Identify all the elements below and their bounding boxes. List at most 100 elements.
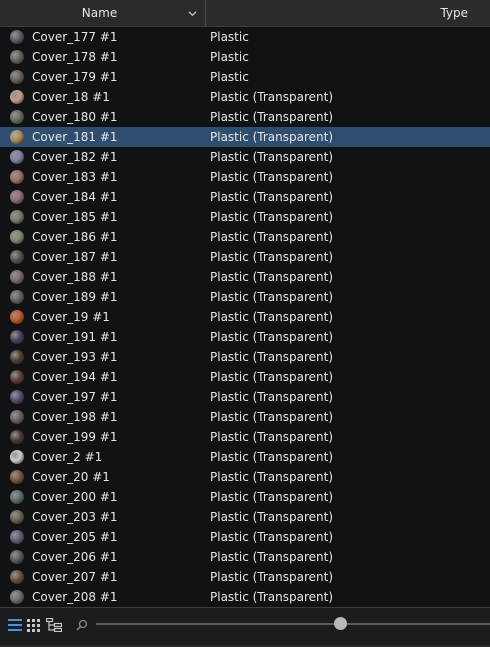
material-name: Cover_203 #1 [32,510,118,524]
material-type: Plastic (Transparent) [210,230,334,244]
list-item[interactable]: Cover_178 #1 Plastic [0,47,490,67]
material-name: Cover_2 #1 [32,450,103,464]
list-item[interactable]: Cover_191 #1 Plastic (Transparent) [0,327,490,347]
list-item[interactable]: Cover_182 #1 Plastic (Transparent) [0,147,490,167]
material-type: Plastic (Transparent) [210,110,334,124]
list-item[interactable]: Cover_199 #1 Plastic (Transparent) [0,427,490,447]
material-type: Plastic (Transparent) [210,290,334,304]
material-type: Plastic (Transparent) [210,430,334,444]
material-type: Plastic (Transparent) [210,470,334,484]
list-item[interactable]: Cover_206 #1 Plastic (Transparent) [0,547,490,567]
material-name: Cover_188 #1 [32,270,118,284]
footer-toolbar [0,607,490,647]
material-thumbnail-icon [10,210,24,224]
material-name: Cover_206 #1 [32,550,118,564]
material-type: Plastic (Transparent) [210,530,334,544]
material-thumbnail-icon [10,550,24,564]
material-name: Cover_20 #1 [32,470,110,484]
list-item[interactable]: Cover_207 #1 Plastic (Transparent) [0,567,490,587]
material-thumbnail-icon [10,130,24,144]
material-type: Plastic [210,50,249,64]
list-item[interactable]: Cover_2 #1 Plastic (Transparent) [0,447,490,467]
list-item[interactable]: Cover_203 #1 Plastic (Transparent) [0,507,490,527]
material-type: Plastic (Transparent) [210,310,334,324]
grid-view-icon[interactable] [27,618,41,632]
material-thumbnail-icon [10,30,24,44]
list-item[interactable]: Cover_194 #1 Plastic (Transparent) [0,367,490,387]
material-thumbnail-icon [10,390,24,404]
material-thumbnail-icon [10,170,24,184]
material-type: Plastic (Transparent) [210,410,334,424]
list-item[interactable]: Cover_186 #1 Plastic (Transparent) [0,227,490,247]
material-name: Cover_178 #1 [32,50,118,64]
material-type: Plastic (Transparent) [210,150,334,164]
material-type: Plastic (Transparent) [210,210,334,224]
type-column-header[interactable]: Type [207,0,490,27]
material-type: Plastic (Transparent) [210,350,334,364]
chevron-down-icon[interactable] [188,9,197,18]
name-column-header[interactable]: Name [0,0,206,27]
material-thumbnail-icon [10,310,24,324]
material-type: Plastic (Transparent) [210,570,334,584]
material-name: Cover_182 #1 [32,150,118,164]
list-item[interactable]: Cover_18 #1 Plastic (Transparent) [0,87,490,107]
list-item[interactable]: Cover_185 #1 Plastic (Transparent) [0,207,490,227]
material-name: Cover_185 #1 [32,210,118,224]
material-thumbnail-icon [10,50,24,64]
list-item[interactable]: Cover_197 #1 Plastic (Transparent) [0,387,490,407]
material-type: Plastic (Transparent) [210,270,334,284]
list-item[interactable]: Cover_181 #1 Plastic (Transparent) [0,127,490,147]
material-list[interactable]: Cover_177 #1 Plastic Cover_178 #1 Plastic Co… [0,27,490,607]
material-thumbnail-icon [10,590,24,604]
material-name: Cover_19 #1 [32,310,110,324]
list-item[interactable]: Cover_200 #1 Plastic (Transparent) [0,487,490,507]
list-item[interactable]: Cover_184 #1 Plastic (Transparent) [0,187,490,207]
list-item[interactable]: Cover_20 #1 Plastic (Transparent) [0,467,490,487]
material-thumbnail-icon [10,110,24,124]
material-type: Plastic (Transparent) [210,190,334,204]
list-item[interactable]: Cover_208 #1 Plastic (Transparent) [0,587,490,607]
list-view-icon[interactable] [8,618,22,632]
list-item[interactable]: Cover_187 #1 Plastic (Transparent) [0,247,490,267]
material-name: Cover_198 #1 [32,410,118,424]
material-thumbnail-icon [10,250,24,264]
material-thumbnail-icon [10,190,24,204]
material-name: Cover_186 #1 [32,230,118,244]
material-thumbnail-icon [10,270,24,284]
material-type: Plastic (Transparent) [210,550,334,564]
list-item[interactable]: Cover_177 #1 Plastic [0,27,490,47]
material-thumbnail-icon [10,290,24,304]
material-thumbnail-icon [10,150,24,164]
zoom-slider-track[interactable] [96,623,490,625]
material-name: Cover_199 #1 [32,430,118,444]
list-item[interactable]: Cover_205 #1 Plastic (Transparent) [0,527,490,547]
material-name: Cover_177 #1 [32,30,118,44]
material-name: Cover_180 #1 [32,110,118,124]
material-type: Plastic (Transparent) [210,330,334,344]
list-item[interactable]: Cover_180 #1 Plastic (Transparent) [0,107,490,127]
tree-view-icon[interactable] [46,618,62,632]
material-thumbnail-icon [10,70,24,84]
material-thumbnail-icon [10,510,24,524]
material-thumbnail-icon [10,230,24,244]
material-type: Plastic (Transparent) [210,370,334,384]
material-type: Plastic [210,30,249,44]
list-item[interactable]: Cover_179 #1 Plastic [0,67,490,87]
material-name: Cover_181 #1 [32,130,118,144]
list-item[interactable]: Cover_188 #1 Plastic (Transparent) [0,267,490,287]
material-type: Plastic (Transparent) [210,510,334,524]
material-name: Cover_207 #1 [32,570,118,584]
list-item[interactable]: Cover_183 #1 Plastic (Transparent) [0,167,490,187]
list-item[interactable]: Cover_189 #1 Plastic (Transparent) [0,287,490,307]
material-type: Plastic (Transparent) [210,590,334,604]
material-name: Cover_183 #1 [32,170,118,184]
material-thumbnail-icon [10,330,24,344]
material-thumbnail-icon [10,90,24,104]
list-item[interactable]: Cover_198 #1 Plastic (Transparent) [0,407,490,427]
list-item[interactable]: Cover_193 #1 Plastic (Transparent) [0,347,490,367]
material-thumbnail-icon [10,370,24,384]
material-type: Plastic [210,70,249,84]
material-type: Plastic (Transparent) [210,250,334,264]
material-name: Cover_197 #1 [32,390,118,404]
list-item[interactable]: Cover_19 #1 Plastic (Transparent) [0,307,490,327]
